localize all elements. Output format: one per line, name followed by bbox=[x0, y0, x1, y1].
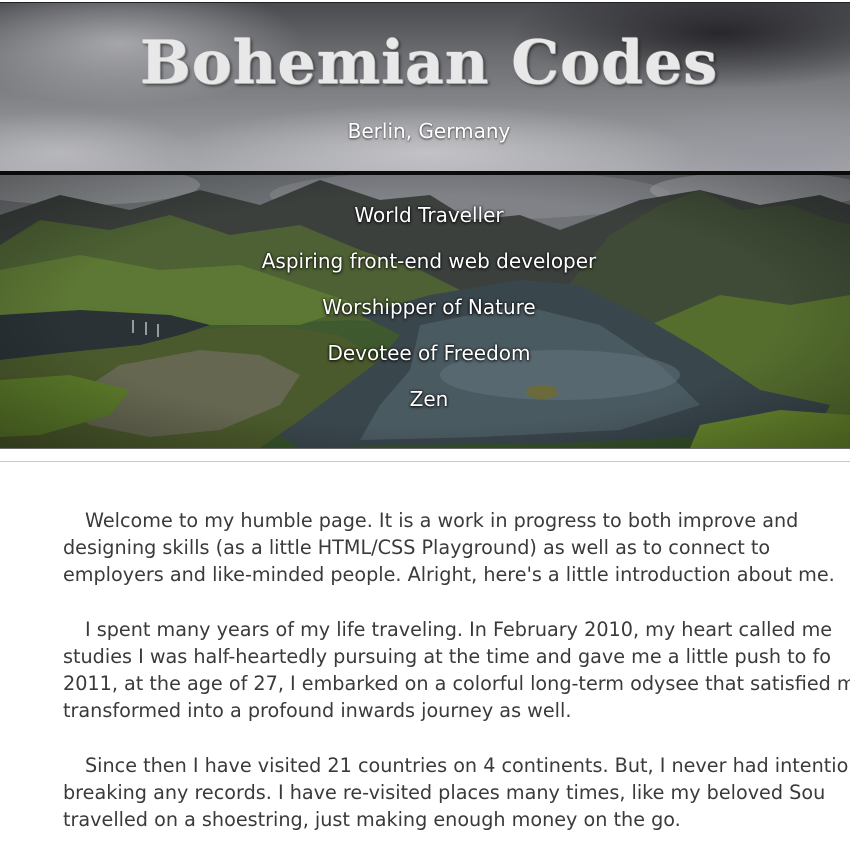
intro-paragraph-countries: Since then I have visited 21 countries o… bbox=[63, 752, 850, 833]
site-title: Bohemian Codes bbox=[140, 28, 718, 98]
paragraph-line: Welcome to my humble page. It is a work … bbox=[85, 509, 799, 532]
tagline-item: Zen bbox=[409, 387, 449, 411]
intro-section: Welcome to my humble page. It is a work … bbox=[63, 507, 850, 850]
intro-paragraph-welcome: Welcome to my humble page. It is a work … bbox=[63, 507, 850, 588]
page: Bohemian Codes Berlin, Germany World Tra… bbox=[0, 0, 850, 850]
location-text: Berlin, Germany bbox=[347, 119, 511, 143]
intro-paragraph-travel: I spent many years of my life traveling.… bbox=[63, 616, 850, 724]
tagline-item: Aspiring front-end web developer bbox=[261, 249, 597, 273]
paragraph-line: travelled on a shoestring, just making e… bbox=[63, 808, 681, 831]
tagline-item: Devotee of Freedom bbox=[327, 341, 531, 365]
tagline-item: Worshipper of Nature bbox=[322, 295, 536, 319]
paragraph-line: transformed into a profound inwards jour… bbox=[63, 699, 572, 722]
paragraph-line: employers and like-minded people. Alrigh… bbox=[63, 563, 835, 586]
section-divider bbox=[0, 461, 850, 462]
banner-bottom-border bbox=[0, 448, 850, 449]
tagline-list: World Traveller Aspiring front-end web d… bbox=[0, 200, 850, 430]
paragraph-line: breaking any records. I have re-visited … bbox=[63, 781, 826, 804]
tagline-item: World Traveller bbox=[354, 203, 504, 227]
paragraph-line: Since then I have visited 21 countries o… bbox=[85, 754, 850, 777]
paragraph-line: studies I was half-heartedly pursuing at… bbox=[63, 645, 831, 668]
paragraph-line: designing skills (as a little HTML/CSS P… bbox=[63, 536, 771, 559]
paragraph-line: 2011, at the age of 27, I embarked on a … bbox=[63, 672, 850, 695]
paragraph-line: I spent many years of my life traveling.… bbox=[85, 618, 833, 641]
